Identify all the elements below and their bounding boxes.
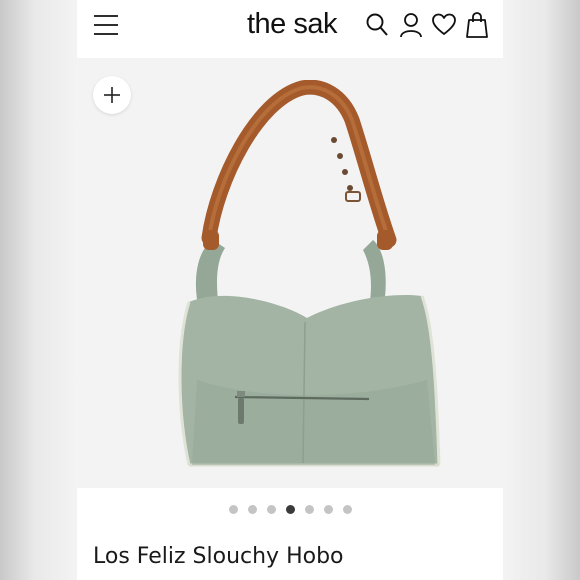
pagination-dot[interactable]	[304, 505, 314, 514]
site-header: the sak	[77, 0, 503, 52]
pagination-dot[interactable]	[342, 505, 352, 514]
pagination-dot[interactable]	[247, 505, 257, 514]
bag-strap	[201, 80, 397, 248]
brand-logo[interactable]: the sak	[247, 4, 338, 44]
product-image	[178, 80, 441, 467]
zoom-button[interactable]	[93, 76, 131, 114]
search-icon[interactable]	[365, 12, 389, 38]
gallery-pagination	[77, 505, 503, 517]
heart-icon[interactable]	[432, 12, 456, 38]
account-icon[interactable]	[399, 12, 423, 38]
pagination-dot[interactable]	[228, 505, 238, 514]
plus-icon	[104, 87, 120, 103]
pagination-dot[interactable]	[323, 505, 333, 514]
mobile-page: the sak Los Feliz Slouchy Hobo	[77, 0, 503, 580]
shopping-bag-icon[interactable]	[465, 12, 489, 38]
product-title: Los Feliz Slouchy Hobo	[93, 544, 344, 569]
pagination-dot-active[interactable]	[285, 505, 295, 514]
menu-icon[interactable]	[93, 14, 119, 36]
product-image-gallery[interactable]	[77, 58, 503, 488]
pagination-dot[interactable]	[266, 505, 276, 514]
